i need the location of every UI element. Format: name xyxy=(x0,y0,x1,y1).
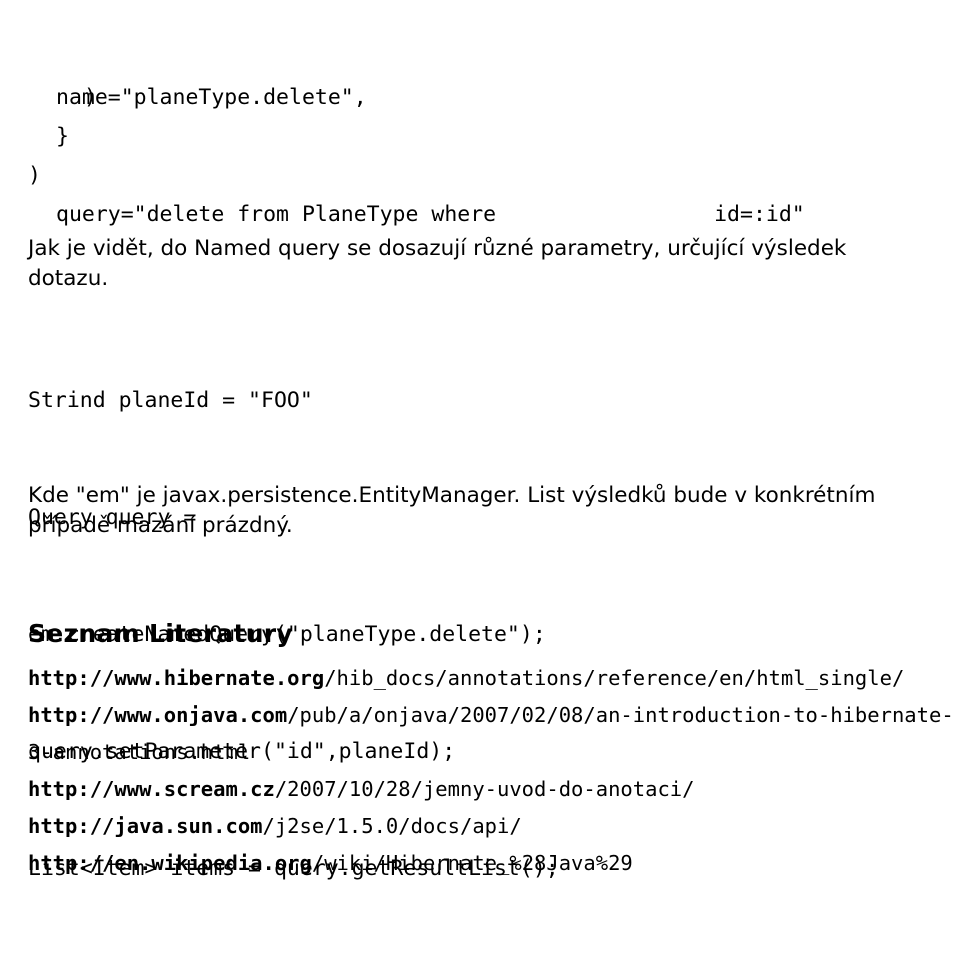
reference-path: /wiki/Hibernate_%28Java%29 xyxy=(311,851,633,875)
reference-domain: http://java.sun.com xyxy=(28,814,263,838)
code-line-query-param: query="delete from PlaneType where id=:i… xyxy=(56,195,936,234)
reference-list: http://www.hibernate.org/hib_docs/annota… xyxy=(28,660,958,882)
code-line-close-brace: } xyxy=(56,124,69,149)
code-line-close-paren-outer: ) xyxy=(28,163,41,188)
code-line-query-left: query="delete from PlaneType where xyxy=(56,202,497,227)
reference-domain: http://en.wikipedia.org xyxy=(28,851,312,875)
heading-seznam-literatury: Seznam Literatury xyxy=(28,619,294,648)
paragraph-entitymanager-line2: případě mazání prázdný. xyxy=(28,513,293,538)
code-line-query-right: id=:id" xyxy=(714,202,805,227)
paragraph-entitymanager-note: Kde "em" je javax.persistence.EntityMana… xyxy=(28,481,928,541)
paragraph-entitymanager-line1: Kde "em" je javax.persistence.EntityMana… xyxy=(28,483,876,508)
reference-path: /2007/10/28/jemny-uvod-do-anotaci/ xyxy=(274,777,695,801)
reference-domain: http://www.scream.cz xyxy=(28,777,275,801)
reference-domain: http://www.hibernate.org xyxy=(28,666,325,690)
reference-item[interactable]: http://www.onjava.com/pub/a/onjava/2007/… xyxy=(28,697,958,771)
document-page: name="planeType.delete", query="delete f… xyxy=(0,0,960,910)
reference-path: /hib_docs/annotations/reference/en/html_… xyxy=(324,666,905,690)
reference-item[interactable]: http://en.wikipedia.org/wiki/Hibernate_%… xyxy=(28,845,958,882)
reference-item[interactable]: http://java.sun.com/j2se/1.5.0/docs/api/ xyxy=(28,808,958,845)
reference-item[interactable]: http://www.hibernate.org/hib_docs/annota… xyxy=(28,660,958,697)
reference-item[interactable]: http://www.scream.cz/2007/10/28/jemny-uv… xyxy=(28,771,958,808)
code-line-close-paren-inner: ) xyxy=(84,85,97,110)
reference-domain: http://www.onjava.com xyxy=(28,703,288,727)
reference-path: /j2se/1.5.0/docs/api/ xyxy=(262,814,522,838)
code-line-name-param: name="planeType.delete", xyxy=(56,85,367,110)
paragraph-named-query-explain: Jak je vidět, do Named query se dosazují… xyxy=(28,236,847,291)
code-line-strind-planeid: Strind planeId = "FOO" xyxy=(28,388,313,413)
